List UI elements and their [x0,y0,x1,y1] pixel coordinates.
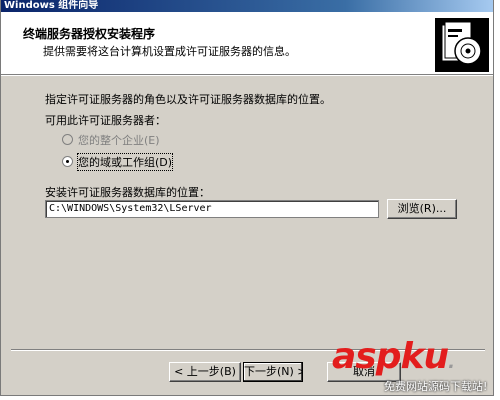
browse-button[interactable]: 浏览(R)... [387,199,457,219]
radio-enterprise[interactable] [62,134,73,145]
title-bar: Windows 组件向导 [1,0,493,12]
footer-separator [11,349,485,351]
role-label: 可用此许可证服务器者： [45,114,166,127]
cancel-button[interactable]: 取消 [327,362,401,382]
radio-enterprise-label: 您的整个企业(E) [78,134,160,147]
wizard-header: 终端服务器授权安装程序 提供需要将这台计算机设置成许可证服务器的信息。 [1,12,493,75]
wizard-window: Windows 组件向导 终端服务器授权安装程序 提供需要将这台计算机设置成许可… [0,0,494,396]
header-title: 终端服务器授权安装程序 [23,27,156,41]
db-location-label: 安装许可证服务器数据库的位置： [45,186,210,199]
radio-selected-dot [66,160,69,163]
header-subtitle: 提供需要将这台计算机设置成许可证服务器的信息。 [43,45,296,58]
db-path-input[interactable]: C:\WINDOWS\System32\LServer [45,200,379,218]
back-button[interactable]: < 上一步(B) [169,362,241,382]
cd-box-icon [435,18,489,72]
radio-domain-workgroup-label[interactable]: 您的域或工作组(D) [76,153,174,171]
header-divider [1,75,493,76]
next-button[interactable]: 下一步(N) > [243,362,303,382]
instruction-text: 指定许可证服务器的角色以及许可证服务器数据库的位置。 [45,93,331,106]
radio-domain-workgroup[interactable] [62,156,73,167]
